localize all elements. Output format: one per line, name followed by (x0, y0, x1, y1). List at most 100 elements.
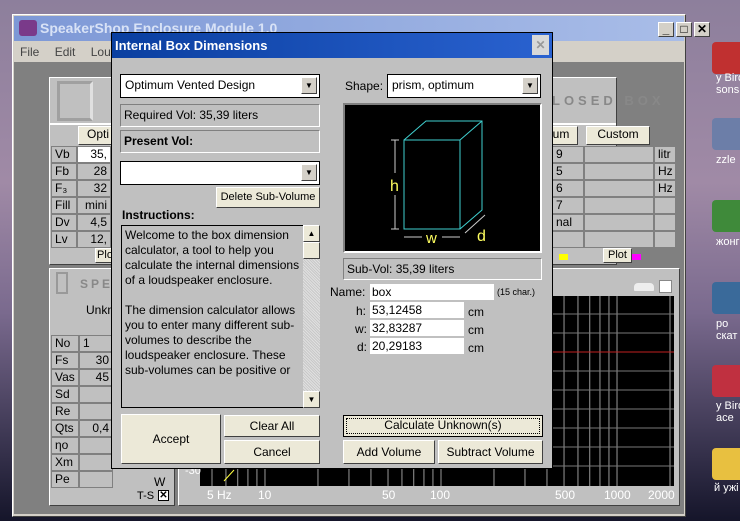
param-value[interactable]: 28 (77, 163, 111, 180)
ts-checkbox[interactable]: ✕ (158, 490, 169, 501)
speaker-param-value[interactable]: 45 (79, 369, 113, 386)
name-label: Name: (330, 285, 366, 299)
speaker-param-value[interactable] (79, 437, 113, 454)
speaker-param-value[interactable] (79, 454, 113, 471)
desktop-icon[interactable] (712, 118, 740, 150)
param-value: 9 (552, 146, 584, 163)
desktop-icon[interactable] (712, 200, 740, 232)
speaker-param-label: Vas (51, 369, 79, 386)
speaker-icon (56, 272, 68, 294)
name-hint: (15 char.) (497, 287, 536, 297)
minimize-button[interactable]: _ (658, 22, 674, 37)
desktop-icon-label[interactable]: y Bird sons (716, 72, 740, 96)
sub-vol-field: Sub-Vol: 35,39 liters (343, 258, 542, 280)
param-value[interactable]: 35, (77, 146, 111, 163)
desktop-icon-label[interactable]: й ужі (714, 482, 739, 494)
param-unit (654, 197, 676, 214)
chevron-down-icon[interactable]: ▼ (301, 77, 317, 94)
custom-value[interactable] (584, 163, 654, 180)
speaker-param-label: Pe (51, 471, 79, 488)
w-input[interactable]: 32,83287 (370, 320, 464, 336)
plot-button[interactable]: Plot (603, 248, 632, 263)
dialog-close-button[interactable]: ✕ (532, 35, 549, 55)
subvolume-select[interactable]: ▼ (120, 161, 320, 185)
param-unit (654, 214, 676, 231)
add-volume-button[interactable]: Add Volume (343, 440, 435, 464)
subtract-volume-button[interactable]: Subtract Volume (438, 440, 543, 464)
d-input[interactable]: 20,29183 (370, 338, 464, 354)
name-input[interactable]: box (370, 284, 494, 300)
param-label: Lv (51, 231, 77, 248)
desktop-icon-label[interactable]: y Bird ace (716, 400, 740, 424)
param-unit: Hz (654, 163, 676, 180)
w-field-label: w: (355, 322, 367, 336)
speaker-param-label: No (51, 335, 79, 352)
menu-file[interactable]: File (20, 45, 39, 59)
graph-checkbox[interactable] (659, 280, 672, 293)
x-tick-label: 500 (555, 488, 576, 502)
desktop-icon[interactable] (712, 365, 740, 397)
box-logo-icon (57, 81, 93, 121)
folder-icon[interactable] (712, 448, 740, 480)
scroll-thumb[interactable] (303, 242, 320, 259)
plot-color-swatch (632, 254, 641, 260)
menu-edit[interactable]: Edit (55, 45, 76, 59)
pe-unit: W (154, 475, 166, 489)
box-header: LOSED BOX (552, 93, 665, 108)
custom-value[interactable] (584, 231, 654, 248)
speaker-param-label: Re (51, 403, 79, 420)
maximize-button[interactable]: □ (676, 22, 692, 37)
param-value[interactable]: 32 (77, 180, 111, 197)
x-tick-label: 5 Hz (207, 488, 232, 502)
speaker-param-value[interactable] (79, 403, 113, 420)
custom-value[interactable] (584, 146, 654, 163)
speaker-header: SPE (80, 277, 114, 291)
required-vol-field: Required Vol: 35,39 liters (120, 104, 320, 127)
scroll-up-button[interactable]: ▲ (303, 225, 320, 242)
h-input[interactable]: 53,12458 (370, 302, 464, 318)
speaker-param-value[interactable]: 0,4 (79, 420, 113, 437)
dialog-title: Internal Box Dimensions (112, 33, 552, 58)
speaker-param-value[interactable]: 30 (79, 352, 113, 369)
speaker-param-value[interactable]: 1 (79, 335, 113, 352)
desktop-icon-label[interactable]: жонг (716, 236, 740, 248)
clear-all-button[interactable]: Clear All (224, 415, 320, 437)
shape-select[interactable]: prism, optimum ▼ (387, 74, 541, 98)
param-value: nal (552, 214, 584, 231)
close-button[interactable]: ✕ (694, 22, 710, 37)
param-value[interactable]: 4,5 (77, 214, 111, 231)
box-diagram: h w d (343, 103, 542, 253)
h-field-label: h: (356, 304, 367, 318)
desktop-icon-label[interactable]: pо скат (716, 318, 737, 342)
instructions-scrollbar[interactable]: ▲ ▼ (303, 225, 320, 408)
chevron-down-icon[interactable]: ▼ (522, 77, 538, 94)
accept-button[interactable]: Accept (121, 414, 221, 464)
desktop-icon[interactable] (712, 42, 740, 74)
x-tick-label: 2000 (648, 488, 675, 502)
param-value[interactable]: mini (77, 197, 111, 214)
design-select[interactable]: Optimum Vented Design ▼ (120, 74, 320, 98)
custom-value[interactable] (584, 180, 654, 197)
param-value: 7 (552, 197, 584, 214)
ts-label: T-S (137, 490, 155, 502)
param-label: Fb (51, 163, 77, 180)
calculate-unknowns-button[interactable]: Calculate Unknown(s) (343, 415, 543, 437)
cancel-button[interactable]: Cancel (224, 440, 320, 464)
instructions-text[interactable]: Welcome to the box dimension calculator,… (121, 225, 304, 408)
custom-value[interactable] (584, 197, 654, 214)
custom-column-button[interactable]: Custom (586, 126, 650, 145)
param-label: Fill (51, 197, 77, 214)
desktop-icon-label[interactable]: zzle (716, 154, 736, 166)
plot-color-swatch (559, 254, 568, 260)
app-icon (19, 20, 37, 36)
scroll-down-button[interactable]: ▼ (303, 391, 320, 408)
speaker-param-value[interactable] (79, 386, 113, 403)
desktop-icon[interactable] (712, 282, 740, 314)
d-unit: cm (468, 341, 484, 355)
delete-subvolume-button[interactable]: Delete Sub-Volume (216, 187, 320, 208)
speaker-param-value[interactable] (79, 471, 113, 488)
param-value[interactable]: 12, (77, 231, 111, 248)
chevron-down-icon[interactable]: ▼ (301, 164, 317, 181)
custom-value[interactable] (584, 214, 654, 231)
d-field-label: d: (357, 340, 368, 354)
